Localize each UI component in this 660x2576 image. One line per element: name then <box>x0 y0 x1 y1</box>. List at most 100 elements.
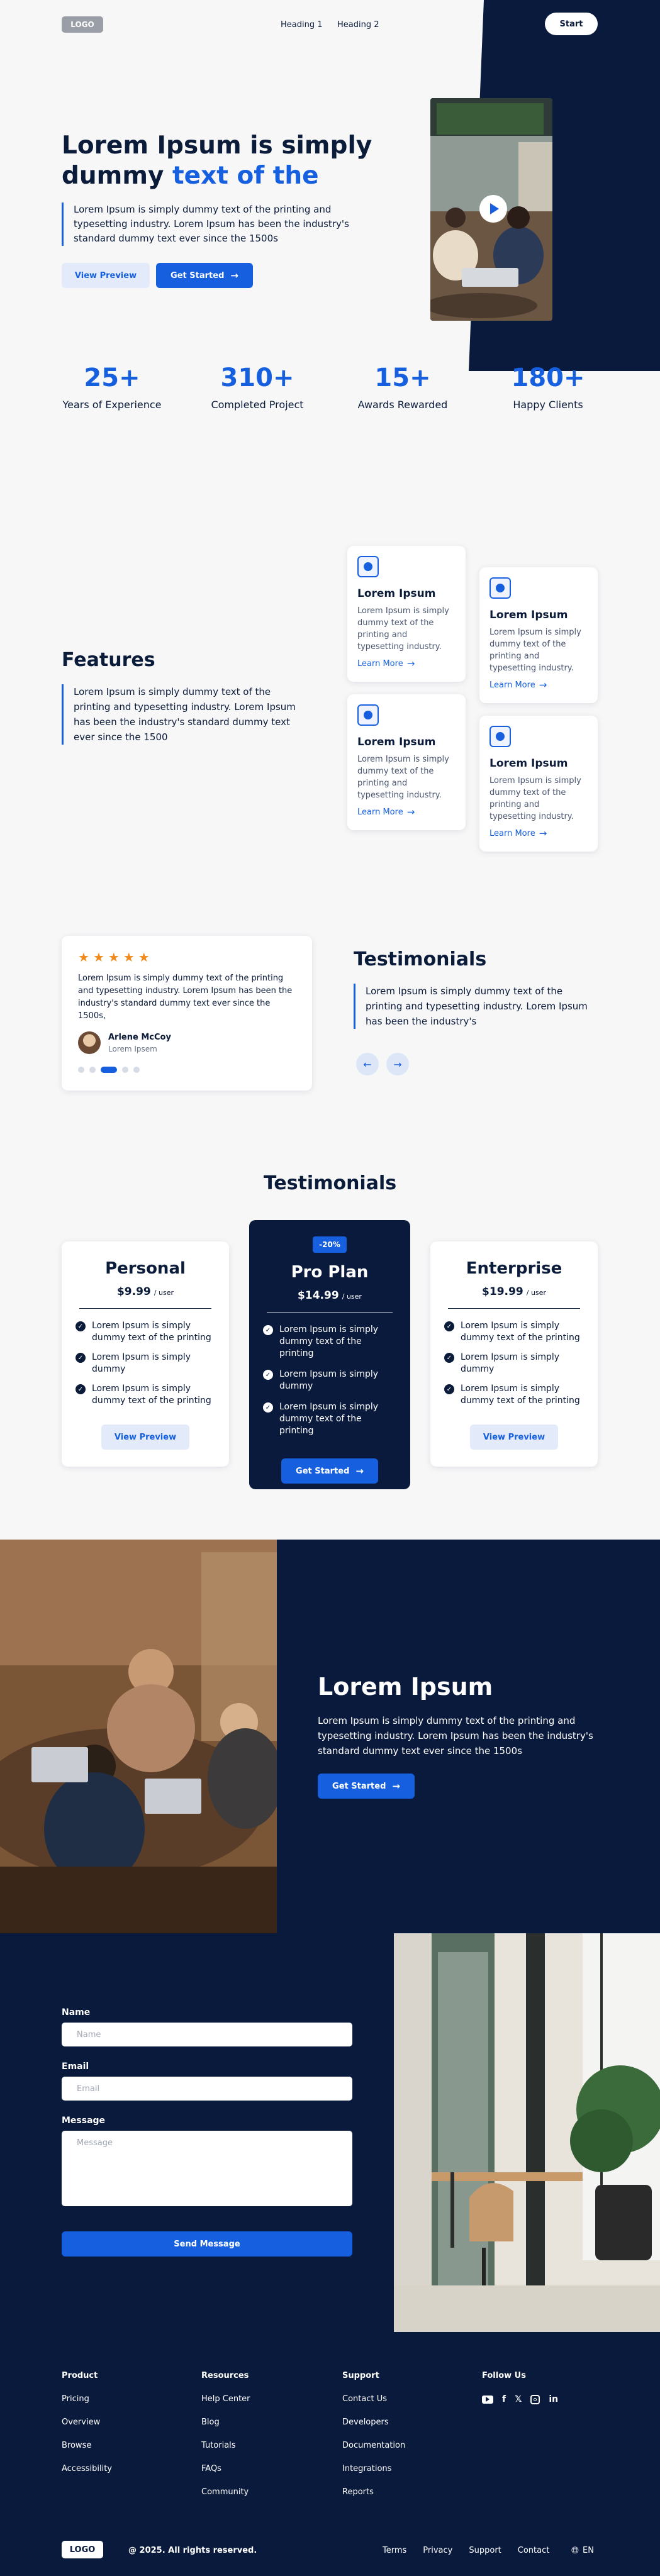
message-label: Message <box>62 2116 106 2126</box>
carousel-dot[interactable] <box>78 1067 84 1073</box>
globe-icon: 🌐︎ <box>571 2545 579 2556</box>
feature-card: Lorem Ipsum Lorem Ipsum is simply dummy … <box>347 694 466 830</box>
footer-link[interactable]: Community <box>201 2487 250 2497</box>
carousel-dot[interactable] <box>133 1067 140 1073</box>
footer-link[interactable]: Overview <box>62 2418 112 2427</box>
footer-link[interactable]: Documentation <box>342 2441 405 2450</box>
footer-link[interactable]: Blog <box>201 2418 250 2427</box>
twitter-icon[interactable]: 𝕏 <box>515 2394 522 2404</box>
testimonials-description: Lorem Ipsum is simply dummy text of the … <box>354 984 593 1029</box>
plan-price: $19.99 / user <box>482 1285 546 1298</box>
plan-feature: ✓ Lorem Ipsum is simply dummy text of the… <box>263 1401 396 1437</box>
prev-button[interactable]: ← <box>356 1053 379 1075</box>
language-selector[interactable]: 🌐︎ EN <box>571 2545 594 2556</box>
features-description: Lorem Ipsum is simply dummy text of the … <box>62 684 301 745</box>
view-preview-button[interactable]: View Preview <box>470 1424 558 1450</box>
send-message-button[interactable]: Send Message <box>62 2231 352 2257</box>
get-started-button[interactable]: Get Started → <box>156 263 253 288</box>
arrow-right-icon: → <box>406 658 415 669</box>
star-icon: ★ <box>92 950 104 965</box>
email-label: Email <box>62 2062 89 2072</box>
message-field[interactable]: Message <box>62 2131 352 2206</box>
cta-section: Lorem Ipsum Lorem Ipsum is simply dummy … <box>0 1540 660 1933</box>
carousel-dots <box>78 1067 296 1073</box>
testimonials-title: Testimonials <box>354 948 487 970</box>
contact-section: Name Name Email Email Message Message Se… <box>0 1933 660 2332</box>
instagram-icon[interactable] <box>530 2394 540 2404</box>
office-room-photo <box>394 1933 660 2332</box>
learn-more-link[interactable]: Learn More → <box>357 806 456 818</box>
learn-more-link[interactable]: Learn More → <box>357 659 456 669</box>
footer-heading: Resources <box>201 2371 249 2380</box>
footer-logo[interactable]: LOGO <box>62 2541 103 2558</box>
cta-description: Lorem Ipsum is simply dummy text of the … <box>318 1715 593 1757</box>
plan-feature: ✓ Lorem Ipsum is simply dummy text of the… <box>76 1383 215 1407</box>
check-icon: ✓ <box>444 1384 454 1394</box>
get-started-button[interactable]: Get Started → <box>318 1774 415 1799</box>
learn-more-link[interactable]: Learn More → <box>489 680 588 691</box>
footer-heading: Follow Us <box>482 2371 526 2380</box>
footer-bottom-link[interactable]: Support <box>469 2546 501 2555</box>
testimonial-quote: Lorem Ipsum is simply dummy text of the … <box>78 974 293 1021</box>
nav-link-heading-1[interactable]: Heading 1 <box>281 20 323 30</box>
plan-name: Pro Plan <box>291 1263 369 1282</box>
get-started-button[interactable]: Get Started → <box>281 1458 378 1484</box>
contact-photo <box>394 1933 660 2332</box>
learn-more-link[interactable]: Learn More → <box>489 829 588 839</box>
footer-link[interactable]: Accessibility <box>62 2464 112 2473</box>
carousel-dot[interactable] <box>89 1067 96 1073</box>
plan-feature: ✓ Lorem Ipsum is simply dummy <box>444 1352 584 1375</box>
footer-link[interactable]: Tutorials <box>201 2441 250 2450</box>
footer-link[interactable]: FAQs <box>201 2464 250 2473</box>
footer-link[interactable]: Developers <box>342 2418 405 2427</box>
arrow-right-icon: → <box>393 1058 402 1070</box>
footer-link[interactable]: Browse <box>62 2441 112 2450</box>
check-icon: ✓ <box>263 1370 273 1380</box>
view-preview-button[interactable]: View Preview <box>101 1424 189 1450</box>
play-icon <box>490 203 499 214</box>
name-field[interactable]: Name <box>62 2023 352 2046</box>
footer-col-support: Support Contact Us Developers Documentat… <box>342 2371 405 2511</box>
stats-row: 25+ Years of Experience 310+ Completed Pro… <box>49 364 611 411</box>
footer-link[interactable]: Pricing <box>62 2394 112 2404</box>
play-button[interactable] <box>479 195 507 223</box>
plan-price: $9.99 / user <box>116 1285 174 1298</box>
start-button[interactable]: Start <box>545 13 598 35</box>
carousel-dot-active[interactable] <box>101 1067 117 1073</box>
footer-bottom-link[interactable]: Terms <box>383 2546 406 2555</box>
logo[interactable]: LOGO <box>62 16 103 33</box>
facebook-icon[interactable]: f <box>502 2394 506 2404</box>
copyright: @ 2025. All rights reserved. <box>128 2546 257 2555</box>
nav-link-heading-2[interactable]: Heading 2 <box>337 20 379 30</box>
linkedin-icon[interactable]: in <box>549 2394 558 2404</box>
view-preview-button[interactable]: View Preview <box>62 263 150 288</box>
footer-link[interactable]: Help Center <box>201 2394 250 2404</box>
carousel-dot[interactable] <box>122 1067 128 1073</box>
check-icon: ✓ <box>263 1402 273 1413</box>
footer-link[interactable]: Integrations <box>342 2464 405 2473</box>
footer-col-follow: Follow Us f 𝕏 in <box>482 2371 558 2404</box>
youtube-icon[interactable] <box>482 2395 493 2404</box>
testimonial-card: ★ ★ ★ ★ ★ Lorem Ipsum is simply dummy text o… <box>62 936 312 1091</box>
plan-feature: ✓ Lorem Ipsum is simply dummy <box>76 1352 215 1375</box>
arrow-left-icon: ← <box>363 1058 372 1070</box>
footer-link[interactable]: Contact Us <box>342 2394 405 2404</box>
arrow-right-icon: → <box>406 806 415 818</box>
plan-feature: ✓ Lorem Ipsum is simply dummy <box>263 1368 396 1392</box>
footer-col-resources: Resources Help Center Blog Tutorials FAQ… <box>201 2371 250 2511</box>
star-rating: ★ ★ ★ ★ ★ <box>78 950 296 965</box>
stat-item: 25+ Years of Experience <box>62 364 162 411</box>
hero-video-thumbnail[interactable] <box>430 98 552 321</box>
feature-icon <box>357 556 379 577</box>
plan-feature: ✓ Lorem Ipsum is simply dummy text of the… <box>263 1324 396 1360</box>
star-icon: ★ <box>108 950 120 965</box>
footer-heading: Product <box>62 2371 98 2380</box>
features-title: Features <box>62 649 155 671</box>
footer-bottom-link[interactable]: Contact <box>518 2546 550 2555</box>
footer-link[interactable]: Reports <box>342 2487 405 2497</box>
plan-feature: ✓ Lorem Ipsum is simply dummy text of the… <box>444 1383 584 1407</box>
email-field[interactable]: Email <box>62 2077 352 2101</box>
stat-item: 310+ Completed Project <box>211 364 304 411</box>
next-button[interactable]: → <box>386 1053 409 1075</box>
footer-bottom-link[interactable]: Privacy <box>423 2546 452 2555</box>
